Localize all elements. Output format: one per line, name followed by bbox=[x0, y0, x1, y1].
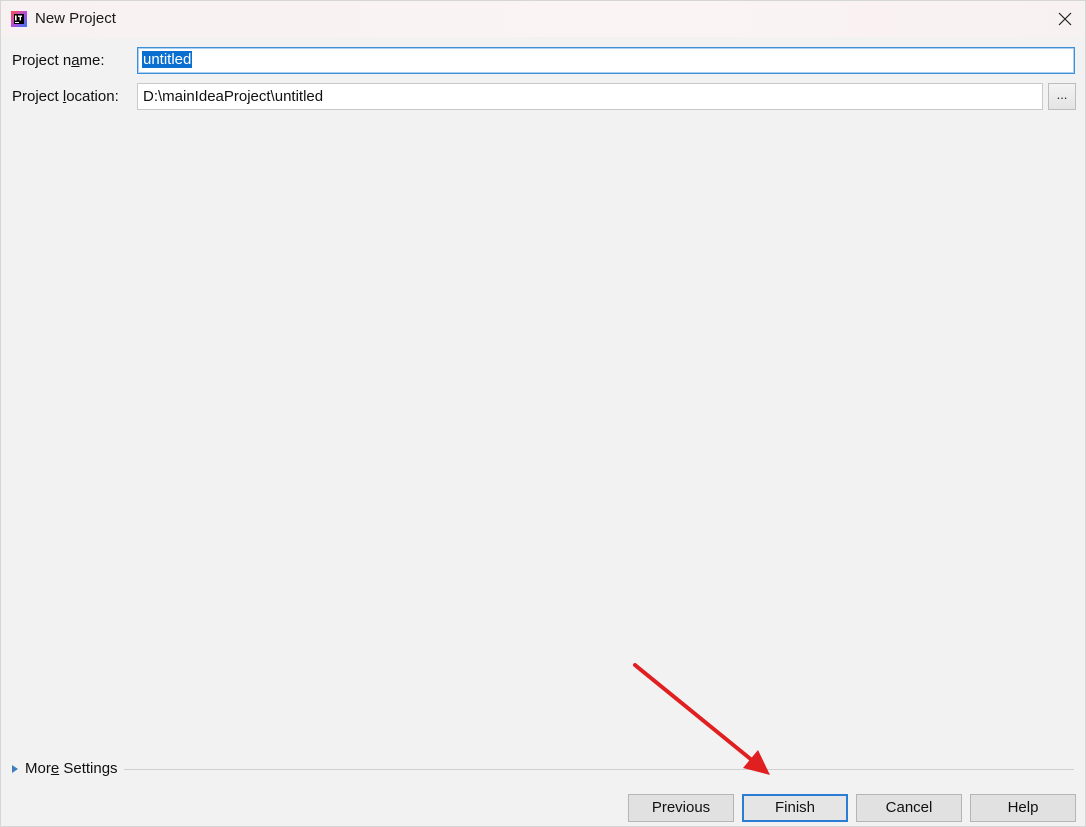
project-name-label: Project name: bbox=[12, 52, 105, 69]
project-name-input[interactable]: untitled bbox=[137, 47, 1075, 74]
intellij-app-icon bbox=[11, 11, 27, 27]
expand-triangle-icon bbox=[12, 764, 18, 773]
project-location-label: Project location: bbox=[12, 88, 119, 105]
more-settings-toggle[interactable]: More Settings bbox=[12, 760, 118, 777]
annotation-arrow-shaft bbox=[633, 663, 755, 763]
annotation-arrow bbox=[633, 663, 770, 775]
annotation-arrow-head bbox=[743, 750, 770, 775]
finish-button[interactable]: Finish bbox=[742, 794, 848, 822]
new-project-dialog: New Project Project name: untitled Proje… bbox=[0, 0, 1086, 827]
browse-location-button[interactable]: ... bbox=[1048, 83, 1076, 110]
cancel-button[interactable]: Cancel bbox=[856, 794, 962, 822]
project-location-input[interactable]: D:\mainIdeaProject\untitled bbox=[137, 83, 1043, 110]
close-icon bbox=[1058, 12, 1072, 26]
project-name-value: untitled bbox=[142, 51, 193, 68]
close-button[interactable] bbox=[1045, 1, 1085, 37]
title-bar: New Project bbox=[1, 1, 1085, 37]
more-settings-label: More Settings bbox=[25, 760, 118, 777]
more-settings-divider bbox=[124, 769, 1074, 770]
previous-button[interactable]: Previous bbox=[628, 794, 734, 822]
help-button[interactable]: Help bbox=[970, 794, 1076, 822]
window-title: New Project bbox=[35, 10, 116, 27]
